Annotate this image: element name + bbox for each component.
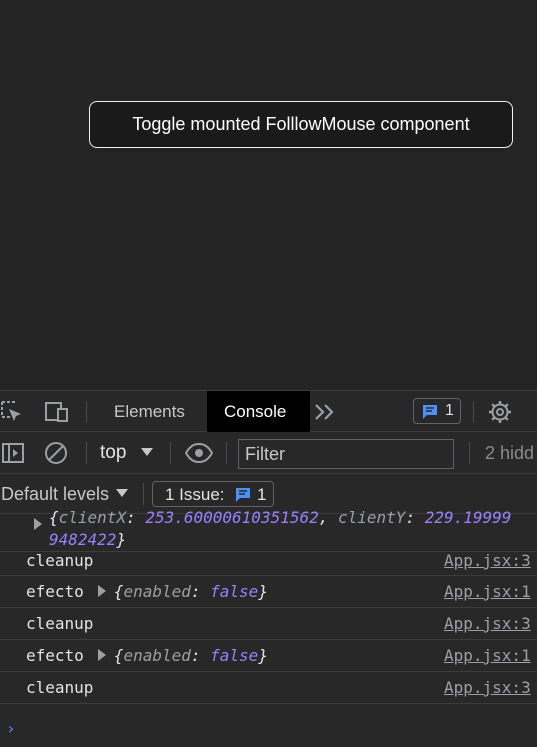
console-message: efecto {enabled: false} App.jsx:1 xyxy=(0,576,537,608)
console-prompt[interactable]: › xyxy=(6,718,16,740)
sidebar-toggle-icon[interactable] xyxy=(1,441,25,465)
toggle-mounted-button[interactable]: Toggle mounted FolllowMouse component xyxy=(89,101,513,148)
toolbar-divider xyxy=(86,442,87,464)
more-tabs-chevron-icon[interactable] xyxy=(314,403,336,421)
issues-label: 1 Issue: xyxy=(165,485,225,504)
filter-input[interactable] xyxy=(238,439,454,469)
toolbar-divider xyxy=(170,442,171,464)
console-message: cleanup App.jsx:3 xyxy=(0,545,537,576)
issues-badge-count: 1 xyxy=(445,402,454,419)
console-output: {clientX: 253.60000610351562, clientY: 2… xyxy=(0,508,537,747)
tabbar-divider xyxy=(473,401,474,423)
app-viewport: Toggle mounted FolllowMouse component xyxy=(0,0,537,390)
issues-count: 1 xyxy=(257,485,267,504)
console-toolbar: top 2 hidd xyxy=(0,432,537,474)
source-link[interactable]: App.jsx:1 xyxy=(444,576,531,608)
source-link[interactable]: App.jsx:3 xyxy=(444,672,531,704)
device-toolbar-icon[interactable] xyxy=(45,400,69,424)
message-icon xyxy=(423,405,437,419)
expand-triangle-icon[interactable] xyxy=(97,648,106,661)
issues-badge[interactable]: 1 xyxy=(413,398,461,424)
inspect-element-icon[interactable] xyxy=(0,400,24,424)
source-link[interactable]: App.jsx:3 xyxy=(444,608,531,640)
console-message: cleanup App.jsx:3 xyxy=(0,672,537,704)
tab-console[interactable]: Console xyxy=(207,391,310,432)
chevron-down-icon[interactable] xyxy=(141,448,153,456)
expand-triangle-icon[interactable] xyxy=(34,518,42,530)
source-link[interactable]: App.jsx:3 xyxy=(444,545,531,577)
source-link[interactable]: App.jsx:1 xyxy=(444,640,531,672)
eye-icon[interactable] xyxy=(185,443,213,463)
devtools-tabbar: Elements Console 1 xyxy=(0,390,537,432)
toolbar-divider xyxy=(469,442,470,464)
console-message: efecto {enabled: false} App.jsx:1 xyxy=(0,640,537,672)
context-selector[interactable]: top xyxy=(100,432,126,474)
expand-triangle-icon[interactable] xyxy=(97,584,106,597)
levels-divider xyxy=(143,483,144,505)
tabbar-divider xyxy=(86,401,87,423)
tab-elements[interactable]: Elements xyxy=(97,391,202,432)
chevron-down-icon[interactable] xyxy=(116,489,128,497)
devtools-panel: Elements Console 1 top Filter 2 hidd Def… xyxy=(0,390,537,747)
gear-icon[interactable] xyxy=(488,400,512,424)
message-icon xyxy=(236,488,250,502)
clear-console-icon[interactable] xyxy=(44,441,68,465)
console-message: cleanup App.jsx:3 xyxy=(0,608,537,640)
hidden-messages-count: 2 hidd xyxy=(485,443,535,463)
toolbar-divider xyxy=(226,442,227,464)
issues-button[interactable]: 1 Issue: 1 xyxy=(152,481,274,507)
object-line-1: {clientX: 253.60000610351562, clientY: 2… xyxy=(49,508,512,527)
